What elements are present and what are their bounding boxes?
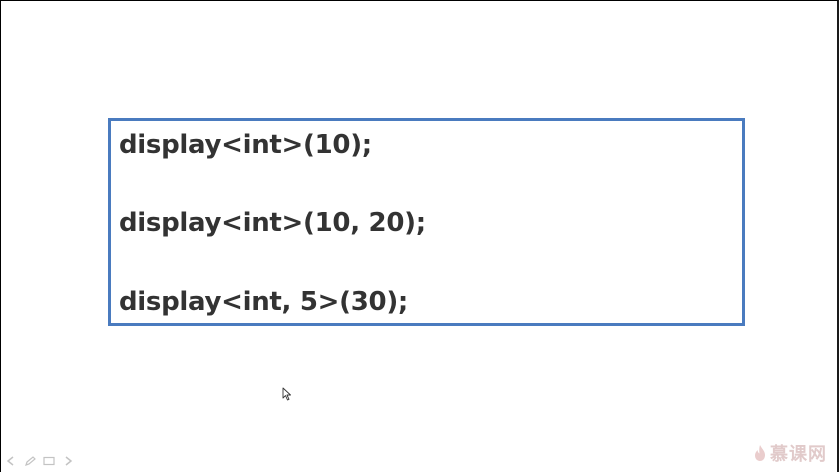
mouse-pointer-icon bbox=[282, 387, 291, 401]
slideshow-controls bbox=[5, 456, 74, 466]
watermark-logo: 慕课网 bbox=[753, 440, 827, 466]
code-line-2: display<int>(10, 20); bbox=[119, 208, 426, 238]
slides-icon[interactable] bbox=[43, 456, 55, 466]
flame-logo-icon bbox=[755, 445, 765, 461]
watermark-text: 慕课网 bbox=[770, 444, 827, 465]
code-box: display<int>(10); display<int>(10, 20); … bbox=[108, 118, 745, 326]
pen-icon[interactable] bbox=[24, 456, 36, 466]
presentation-slide: display<int>(10); display<int>(10, 20); … bbox=[0, 0, 839, 472]
code-line-3: display<int, 5>(30); bbox=[119, 287, 409, 317]
previous-icon[interactable] bbox=[5, 456, 17, 466]
next-icon[interactable] bbox=[62, 456, 74, 466]
code-line-1: display<int>(10); bbox=[119, 130, 372, 160]
